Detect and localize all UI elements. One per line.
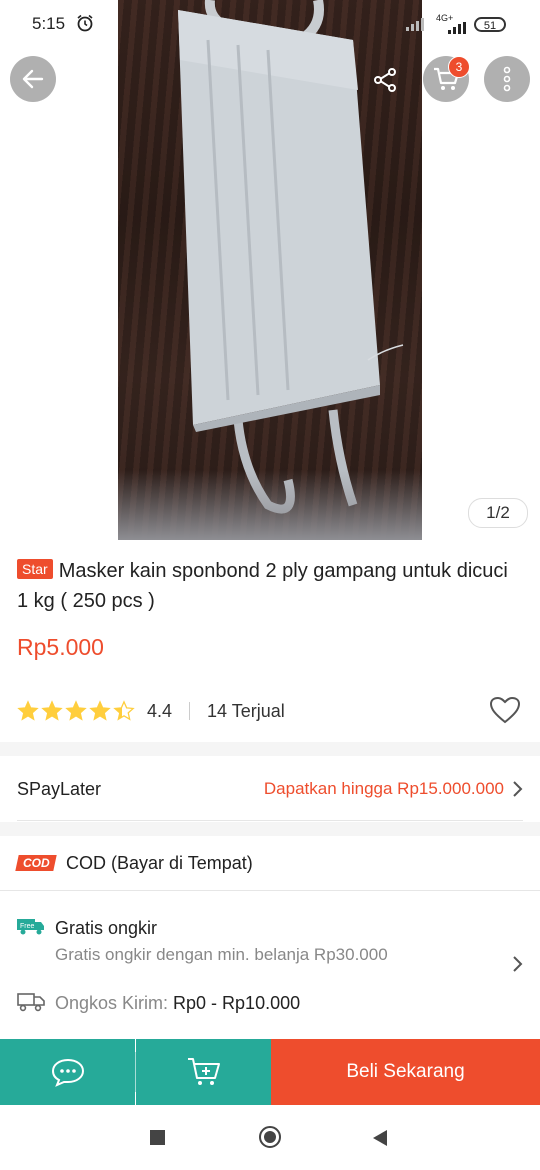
rating-value: 4.4 [147,700,173,721]
free-shipping-icon: Free [17,919,44,935]
rating-row[interactable]: 4.4 14 Terjual [17,696,285,726]
spaylater-label: SPayLater [17,779,102,799]
buy-now-button[interactable]: Beli Sekarang [271,1039,540,1105]
status-time: 5:15 [32,14,66,33]
star-icon [113,700,135,721]
share-icon [374,68,396,92]
shipping-section[interactable]: Free Gratis ongkir Gratis ongkir dengan … [0,891,540,1037]
star-seller-badge: Star [17,559,53,579]
shipping-cost-label: Ongkos Kirim: [55,993,174,1013]
cod-label: COD (Bayar di Tempat) [66,853,253,873]
free-tag-text: Free [20,923,35,930]
more-vertical-icon [503,66,511,92]
chat-icon [51,1058,84,1087]
system-nav-bar [0,1105,540,1170]
product-price: Rp5.000 [17,634,104,660]
back-nav-button[interactable] [371,1129,389,1147]
product-title-block: Star Masker kain sponbond 2 ply gampang u… [17,556,517,616]
image-pager: 1/2 [468,498,528,528]
recents-button[interactable] [150,1130,165,1145]
product-image-carousel[interactable]: 5:15 4G+ 51 3 1/2 [0,0,540,540]
share-button[interactable] [365,60,405,100]
rating-stars [17,700,135,722]
arrow-left-icon [22,69,44,89]
star-icon [89,700,111,721]
add-to-cart-button[interactable] [136,1039,271,1105]
battery-indicator: 51 [474,17,506,32]
favorite-button[interactable] [487,694,523,726]
section-gap [0,742,540,756]
divider [17,820,523,821]
heart-icon [489,696,521,724]
shipping-cost-value: Rp0 - Rp10.000 [173,993,301,1013]
cod-logo: COD [15,855,57,871]
star-icon [41,700,63,721]
status-bar: 5:15 4G+ 51 [0,0,540,50]
truck-icon [17,993,45,1012]
add-to-cart-icon [187,1058,220,1085]
star-icon [65,700,87,721]
signal-icon [406,18,424,31]
chevron-right-icon [513,781,523,797]
more-options-button[interactable] [484,56,530,102]
product-title: Masker kain sponbond 2 ply gampang untuk… [17,560,508,612]
chevron-right-icon [513,956,523,972]
spaylater-row[interactable]: SPayLater Dapatkan hingga Rp15.000.000 [0,756,540,820]
sold-count: 14 Terjual [207,700,285,721]
back-button[interactable] [10,56,56,102]
photo-bottom-surface [118,470,422,540]
free-shipping-subtitle: Gratis ongkir dengan min. belanja Rp30.0… [55,945,388,964]
divider [189,702,191,720]
section-gap [0,822,540,836]
alarm-icon [77,14,93,32]
shipping-cost: Ongkos Kirim: Rp0 - Rp10.000 [55,993,300,1014]
home-button[interactable] [259,1126,281,1148]
free-shipping-title: Gratis ongkir [55,918,158,938]
star-icon [17,700,39,721]
chat-button[interactable] [0,1039,135,1105]
signal-strength-icon [448,22,466,34]
cod-logo-text: COD [22,856,50,870]
bottom-action-bar: Beli Sekarang [0,1039,540,1105]
home-dot [264,1131,276,1143]
spaylater-value: Dapatkan hingga Rp15.000.000 [263,779,504,798]
cart-count-badge: 3 [448,56,470,78]
